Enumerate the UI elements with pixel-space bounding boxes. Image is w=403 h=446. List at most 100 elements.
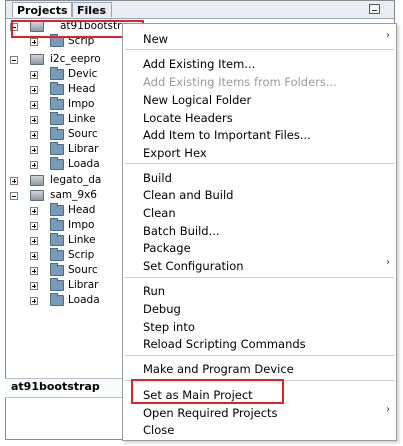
expand-toggle-icon[interactable] bbox=[30, 267, 38, 275]
tree-row-label: sam_9x6 bbox=[50, 189, 97, 201]
menu-item-run[interactable]: Run bbox=[143, 284, 165, 298]
menu-item-set-configuration[interactable]: Set Configuration bbox=[143, 259, 244, 273]
tree-row-label: Impo bbox=[68, 98, 95, 110]
tree-row-label: Devic bbox=[68, 68, 98, 80]
menu-separator bbox=[125, 163, 394, 164]
tree-row-label: Linke bbox=[68, 234, 96, 246]
tab-bar: Projects× Files bbox=[6, 1, 394, 19]
set-main-project-highlight bbox=[131, 379, 284, 404]
expand-toggle-icon[interactable] bbox=[30, 86, 38, 94]
menu-item-export-hex[interactable]: Export Hex bbox=[143, 146, 207, 160]
menu-item-make-program-device[interactable]: Make and Program Device bbox=[143, 362, 294, 376]
menu-item-clean[interactable]: Clean bbox=[143, 206, 176, 220]
menu-item-debug[interactable]: Debug bbox=[143, 302, 181, 316]
menu-item-batch-build[interactable]: Batch Build... bbox=[143, 224, 220, 238]
tree-row-label: Impo bbox=[68, 219, 95, 231]
folder-icon bbox=[50, 157, 64, 170]
menu-item-label: Debug bbox=[143, 302, 181, 316]
menu-item-close[interactable]: Close bbox=[143, 423, 174, 437]
menu-item-open-required-projects[interactable]: Open Required Projects bbox=[143, 406, 278, 420]
folder-icon bbox=[50, 97, 64, 110]
tree-row-label: Scrip bbox=[68, 249, 95, 261]
collapse-toggle-icon[interactable] bbox=[10, 56, 18, 64]
menu-item-label: New Logical Folder bbox=[143, 93, 252, 107]
menu-item-new[interactable]: New bbox=[143, 32, 168, 46]
menu-separator bbox=[125, 277, 394, 278]
tree-row-label: Librar bbox=[68, 143, 99, 155]
menu-item-new-logical-folder[interactable]: New Logical Folder bbox=[143, 93, 251, 107]
minimize-icon[interactable] bbox=[369, 4, 380, 14]
menu-item-reload-scripting[interactable]: Reload Scripting Commands bbox=[143, 337, 306, 351]
menu-item-label: Add Item to Important Files... bbox=[143, 128, 311, 142]
project-icon bbox=[30, 54, 44, 65]
expand-toggle-icon[interactable] bbox=[30, 161, 38, 169]
expand-toggle-icon[interactable] bbox=[30, 101, 38, 109]
tree-row-label: Librar bbox=[68, 279, 99, 291]
menu-item-label: Reload Scripting Commands bbox=[143, 337, 306, 351]
menu-item-label: New bbox=[143, 32, 169, 46]
menu-item-label: Step into bbox=[143, 320, 195, 334]
project-icon bbox=[30, 175, 44, 186]
menu-item-label: Export Hex bbox=[143, 146, 207, 160]
menu-item-package[interactable]: Package bbox=[143, 241, 191, 255]
tab-projects-label: Projects bbox=[17, 4, 68, 17]
folder-icon bbox=[50, 293, 64, 306]
expand-toggle-icon[interactable] bbox=[30, 131, 38, 139]
folder-icon bbox=[50, 263, 64, 276]
folder-icon bbox=[50, 248, 64, 261]
menu-item-add-item-important[interactable]: Add Item to Important Files... bbox=[143, 128, 311, 142]
folder-icon bbox=[50, 233, 64, 246]
menu-item-add-existing-item[interactable]: Add Existing Item... bbox=[143, 57, 255, 71]
expand-toggle-icon[interactable] bbox=[30, 71, 38, 79]
menu-item-build[interactable]: Build bbox=[143, 171, 172, 185]
tree-row-label: i2c_eepro bbox=[50, 53, 101, 65]
expand-toggle-icon[interactable] bbox=[30, 282, 38, 290]
menu-separator bbox=[125, 49, 394, 50]
submenu-arrow-icon: › bbox=[386, 404, 390, 415]
expand-toggle-icon[interactable] bbox=[30, 237, 38, 245]
tree-row-label: legato_da bbox=[50, 174, 102, 186]
menu-item-clean-and-build[interactable]: Clean and Build bbox=[143, 188, 233, 202]
menu-item-label: Clean and Build bbox=[143, 188, 234, 202]
expand-toggle-icon[interactable] bbox=[30, 38, 38, 46]
menu-item-locate-headers[interactable]: Locate Headers bbox=[143, 111, 233, 125]
menu-separator bbox=[125, 355, 394, 356]
tab-files-label: Files bbox=[77, 4, 107, 17]
tree-row-label: Sourc bbox=[68, 264, 98, 276]
tree-row-label: Sourc bbox=[68, 128, 98, 140]
menu-item-label: Build bbox=[143, 171, 172, 185]
menu-item-label: Run bbox=[143, 284, 166, 298]
submenu-arrow-icon: › bbox=[386, 30, 390, 41]
tab-files[interactable]: Files bbox=[72, 2, 112, 17]
menu-item-add-existing-from-folders: Add Existing Items from Folders... bbox=[143, 75, 337, 89]
expand-toggle-icon[interactable] bbox=[30, 222, 38, 230]
expand-toggle-icon[interactable] bbox=[30, 116, 38, 124]
expand-toggle-icon[interactable] bbox=[30, 297, 38, 305]
tab-projects[interactable]: Projects× bbox=[12, 2, 80, 17]
navigator-title: at91bootstrap bbox=[11, 380, 100, 393]
submenu-arrow-icon: › bbox=[386, 257, 390, 268]
expand-toggle-icon[interactable] bbox=[10, 177, 18, 185]
menu-item-label: Open Required Projects bbox=[143, 406, 278, 420]
folder-icon bbox=[50, 67, 64, 80]
menu-item-label: Batch Build... bbox=[143, 224, 220, 238]
expand-toggle-icon[interactable] bbox=[30, 207, 38, 215]
folder-icon bbox=[50, 218, 64, 231]
folder-icon bbox=[50, 127, 64, 140]
expand-toggle-icon[interactable] bbox=[30, 146, 38, 154]
folder-icon bbox=[50, 112, 64, 125]
project-icon bbox=[30, 190, 44, 201]
expand-toggle-icon[interactable] bbox=[30, 252, 38, 260]
folder-icon bbox=[50, 203, 64, 216]
collapse-toggle-icon[interactable] bbox=[10, 192, 18, 200]
folder-icon bbox=[50, 278, 64, 291]
folder-icon bbox=[50, 82, 64, 95]
context-menu: New › Add Existing Item... Add Existing … bbox=[122, 23, 397, 441]
menu-item-label: Add Existing Item... bbox=[143, 57, 256, 71]
tree-row-label: Head bbox=[68, 204, 96, 216]
menu-item-step-into[interactable]: Step into bbox=[143, 320, 195, 334]
menu-item-label: Clean bbox=[143, 206, 176, 220]
tree-row-label: Loada bbox=[68, 158, 100, 170]
tree-row-label: Linke bbox=[68, 113, 96, 125]
navigator-title-bar: at91bootstrap bbox=[5, 378, 125, 398]
